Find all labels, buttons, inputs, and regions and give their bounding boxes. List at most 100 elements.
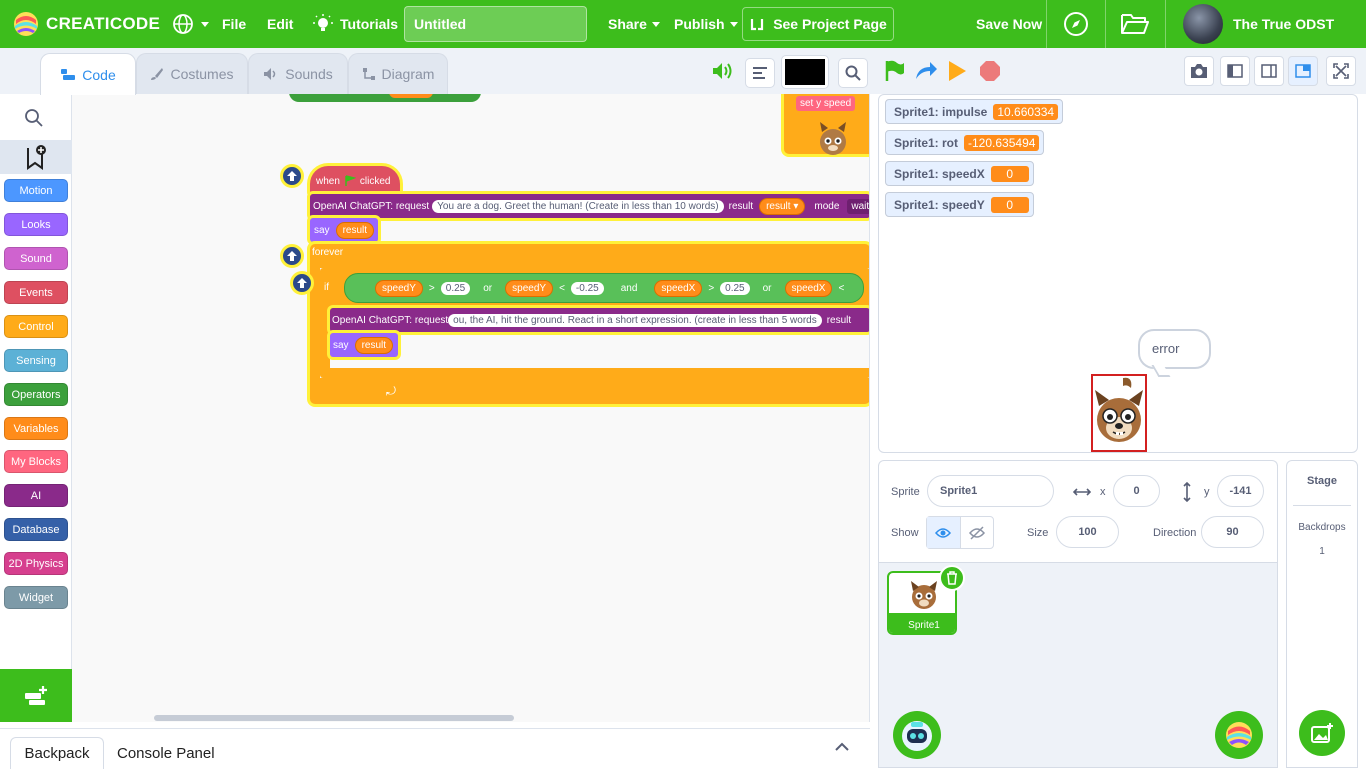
- speedY-reporter[interactable]: speedY: [505, 279, 554, 297]
- stage-canvas[interactable]: Sprite1: impulse 10.660334 Sprite1: rot -1…: [878, 94, 1358, 453]
- x-position-input[interactable]: 0: [1113, 475, 1160, 507]
- block-search-button[interactable]: [24, 108, 44, 131]
- category-widget[interactable]: Widget: [4, 586, 68, 609]
- prompt-input[interactable]: You are a dog. Greet the human! (Create …: [432, 199, 724, 213]
- edit-menu[interactable]: Edit: [267, 0, 293, 48]
- step-button[interactable]: [911, 56, 941, 86]
- category-motion[interactable]: Motion: [4, 179, 68, 202]
- screenshot-button[interactable]: [1184, 56, 1214, 86]
- project-title-input[interactable]: Untitled: [404, 6, 587, 42]
- condition-expression[interactable]: speedY > 0.25 or speedY < -0.25 and spee…: [344, 273, 864, 303]
- category-events[interactable]: Events: [4, 281, 68, 304]
- reporter: [389, 94, 433, 98]
- category-sound[interactable]: Sound: [4, 247, 68, 270]
- number-input[interactable]: -0.25: [570, 281, 604, 295]
- clean-up-button[interactable]: [745, 58, 775, 88]
- delete-sprite-button[interactable]: [939, 565, 965, 591]
- number-input[interactable]: 0.25: [440, 281, 471, 295]
- category-variables[interactable]: Variables: [4, 417, 68, 440]
- when-flag-clicked-block[interactable]: when clicked: [310, 166, 400, 196]
- speedX-reporter[interactable]: speedX: [654, 279, 703, 297]
- prompt-input[interactable]: ou, the AI, hit the ground. React in a s…: [448, 313, 822, 327]
- tab-sounds[interactable]: Sounds: [248, 53, 348, 94]
- collapse-script-button[interactable]: [280, 164, 304, 188]
- number-input[interactable]: 0.25: [720, 281, 750, 295]
- main-script[interactable]: when clicked OpenAI ChatGPT: request You…: [306, 156, 869, 412]
- logo[interactable]: CREATICODE: [12, 0, 160, 48]
- explore-button[interactable]: [1063, 0, 1089, 48]
- expand-panel-button[interactable]: [834, 741, 850, 756]
- bookmark-button[interactable]: [0, 140, 72, 174]
- size-input[interactable]: 100: [1056, 516, 1119, 548]
- category-my-blocks[interactable]: My Blocks: [4, 450, 68, 473]
- publish-menu[interactable]: Publish: [674, 0, 738, 48]
- share-menu[interactable]: Share: [608, 0, 660, 48]
- code-workspace[interactable]: set y speed when clicked OpenAI ChatGPT:…: [72, 94, 870, 722]
- horizontal-scrollbar[interactable]: [154, 715, 514, 721]
- collapse-script-button[interactable]: [280, 244, 304, 268]
- avatar: [1183, 4, 1223, 44]
- collapse-script-button[interactable]: [290, 271, 314, 295]
- color-picker[interactable]: [781, 55, 829, 89]
- green-flag-button[interactable]: [880, 56, 910, 86]
- y-position-input[interactable]: -141: [1217, 475, 1264, 507]
- partial-block[interactable]: [289, 94, 481, 102]
- category-sensing[interactable]: Sensing: [4, 349, 68, 372]
- brand-name: CREATICODE: [46, 14, 161, 33]
- choose-backdrop-button[interactable]: [1299, 710, 1345, 756]
- publish-label: Publish: [674, 16, 725, 32]
- hat-clicked-label: clicked: [359, 175, 391, 187]
- see-project-page-button[interactable]: See Project Page: [742, 7, 894, 41]
- horizontal-arrows-icon: [1073, 488, 1091, 496]
- category-looks[interactable]: Looks: [4, 213, 68, 236]
- stage-selector-pane[interactable]: Stage Backdrops 1: [1286, 460, 1358, 768]
- large-stage-button[interactable]: [1254, 56, 1284, 86]
- add-extension-button[interactable]: [0, 669, 72, 722]
- sprite-name-input[interactable]: Sprite1: [927, 475, 1054, 507]
- category-2d-physics[interactable]: 2D Physics: [4, 552, 68, 575]
- speedX-reporter[interactable]: speedX: [784, 279, 833, 297]
- account-menu[interactable]: The True ODST: [1183, 0, 1366, 48]
- hide-sprite-button[interactable]: [961, 517, 994, 548]
- console-panel-tab[interactable]: Console Panel: [117, 737, 215, 769]
- direction-input[interactable]: 90: [1201, 516, 1264, 548]
- search-button[interactable]: [838, 58, 868, 88]
- tutorials-menu[interactable]: Tutorials: [313, 0, 398, 48]
- play-button[interactable]: [942, 56, 972, 86]
- ai-assistant-button[interactable]: [893, 711, 941, 759]
- chatgpt-request-block[interactable]: OpenAI ChatGPT: request ou, the AI, hit …: [330, 308, 869, 332]
- fullscreen-button[interactable]: [1326, 56, 1356, 86]
- forever-block[interactable]: forever if speedY > 0.25 or speedY < -0.…: [310, 244, 869, 404]
- creaticode-logo-icon: [1226, 722, 1252, 748]
- speaker-toggle[interactable]: [710, 58, 736, 84]
- say-block[interactable]: say result: [310, 218, 378, 242]
- stop-button[interactable]: [975, 56, 1005, 86]
- file-menu[interactable]: File: [222, 0, 246, 48]
- result-reporter[interactable]: result: [354, 336, 394, 354]
- result-reporter[interactable]: result: [335, 221, 375, 239]
- save-now-button[interactable]: Save Now: [976, 0, 1042, 48]
- category-control[interactable]: Control: [4, 315, 68, 338]
- camera-icon: [1191, 64, 1207, 78]
- folder-open-icon: [1121, 14, 1149, 34]
- if-block[interactable]: if speedY > 0.25 or speedY < -0.25 and s…: [320, 268, 869, 378]
- my-projects-button[interactable]: [1120, 0, 1150, 48]
- small-stage-button[interactable]: [1220, 56, 1250, 86]
- category-ai[interactable]: AI: [4, 484, 68, 507]
- tab-costumes[interactable]: Costumes: [136, 53, 248, 94]
- speedY-reporter[interactable]: speedY: [375, 279, 423, 297]
- chatgpt-request-block[interactable]: OpenAI ChatGPT: request You are a dog. G…: [310, 194, 869, 218]
- category-database[interactable]: Database: [4, 518, 68, 541]
- result-dropdown[interactable]: result ▾: [759, 197, 806, 215]
- show-sprite-button[interactable]: [927, 517, 961, 548]
- language-menu[interactable]: [172, 0, 209, 48]
- sprite-dog[interactable]: [1091, 374, 1147, 452]
- category-operators[interactable]: Operators: [4, 383, 68, 406]
- tab-diagram[interactable]: Diagram: [348, 53, 448, 94]
- tab-code[interactable]: Code: [40, 53, 136, 95]
- choose-sprite-button[interactable]: [1215, 711, 1263, 759]
- backpack-tab[interactable]: Backpack: [10, 737, 104, 769]
- split-stage-button[interactable]: [1288, 56, 1318, 86]
- say-block[interactable]: say result: [330, 333, 398, 357]
- mode-dropdown[interactable]: waiti: [847, 198, 869, 214]
